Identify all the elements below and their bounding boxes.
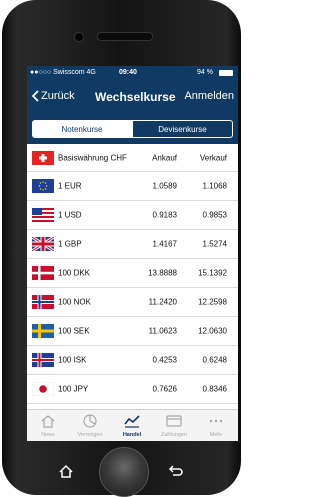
pie-chart-icon <box>83 414 97 428</box>
back-label: Zurück <box>41 90 75 102</box>
back-hardware-icon[interactable] <box>168 463 184 479</box>
table-row[interactable]: 100 NOK 11.2420 12.2598 <box>27 288 238 317</box>
tab-vermoegen[interactable]: Vermögen <box>69 410 111 441</box>
buy-rate: 11.0623 <box>148 326 177 336</box>
table-row[interactable]: 1 EUR 1.0589 1.1068 <box>27 172 238 201</box>
tab-handel[interactable]: Handel <box>111 410 153 441</box>
is-flag-icon <box>32 353 54 367</box>
sell-column-header: Verkauf <box>199 153 227 162</box>
clock: 09:40 <box>119 69 137 76</box>
ch-flag-icon <box>32 150 54 165</box>
sell-rate: 0.8346 <box>202 384 227 394</box>
card-icon <box>166 415 182 427</box>
tab-bar: News Vermögen Handel Zahlungen Mehr <box>27 409 238 441</box>
currency-label: 1 USD <box>58 210 82 220</box>
house-icon <box>41 415 55 428</box>
sell-rate: 0.9853 <box>202 210 227 220</box>
tab-news[interactable]: News <box>27 410 69 441</box>
sell-rate: 0.6248 <box>202 355 227 365</box>
chevron-left-icon <box>31 90 39 102</box>
buy-rate: 13.8888 <box>148 268 177 278</box>
sell-rate: 12.0630 <box>198 326 227 336</box>
uk-flag-icon <box>32 237 54 251</box>
buy-rate: 1.0589 <box>152 181 177 191</box>
sell-rate: 12.2598 <box>198 297 227 307</box>
segment-devisenkurse[interactable]: Devisenkurse <box>132 120 233 138</box>
line-chart-icon <box>124 415 140 428</box>
segment-notenkurse[interactable]: Notenkurse <box>32 120 132 138</box>
currency-label: 100 JPY <box>58 384 89 394</box>
table-header: Basiswährung CHF Ankauf Verkauf <box>27 144 238 172</box>
table-row[interactable]: 1 GBP 1.4167 1.5274 <box>27 230 238 259</box>
carrier-text: ●●○○○ Swisscom 4G <box>30 69 96 76</box>
battery-icon <box>219 70 233 76</box>
currency-label: 1 EUR <box>58 181 82 191</box>
nav-bar: Zurück Wechselkurse Anmelden <box>27 80 238 116</box>
rates-table: Basiswährung CHF Ankauf Verkauf 1 EUR 1.… <box>27 144 238 404</box>
buy-rate: 1.4167 <box>152 239 177 249</box>
tab-label: News <box>41 432 55 438</box>
tab-label: Vermögen <box>77 432 103 438</box>
currency-label: 100 SEK <box>58 326 90 336</box>
currency-label: 100 DKK <box>58 268 91 278</box>
buy-column-header: Ankauf <box>152 153 177 162</box>
jp-flag-icon <box>32 382 54 396</box>
login-button[interactable]: Anmelden <box>184 90 234 102</box>
table-row[interactable]: 100 SEK 11.0623 12.0630 <box>27 317 238 346</box>
table-row[interactable]: 1 USD 0.9183 0.9853 <box>27 201 238 230</box>
dk-flag-icon <box>32 266 54 280</box>
currency-label: 100 ISK <box>58 355 87 365</box>
page-title: Wechselkurse <box>95 90 176 104</box>
tab-zahlungen[interactable]: Zahlungen <box>153 410 195 441</box>
sell-rate: 15.1392 <box>198 268 227 278</box>
buy-rate: 0.7626 <box>152 384 177 394</box>
sell-rate: 1.1068 <box>202 181 227 191</box>
segmented-control: Notenkurse Devisenkurse <box>27 116 238 144</box>
table-row[interactable]: 100 ISK 0.4253 0.6248 <box>27 346 238 375</box>
base-currency-label: Basiswährung CHF <box>58 153 127 162</box>
back-button[interactable]: Zurück <box>31 90 75 102</box>
currency-label: 100 NOK <box>58 297 91 307</box>
sell-rate: 1.5274 <box>202 239 227 249</box>
buy-rate: 0.4253 <box>152 355 177 365</box>
home-button[interactable] <box>99 447 149 497</box>
tab-label: Zahlungen <box>161 432 187 438</box>
buy-rate: 11.2420 <box>148 297 177 307</box>
table-row[interactable]: 100 JPY 0.7626 0.8346 <box>27 375 238 404</box>
eu-flag-icon <box>32 179 54 193</box>
no-flag-icon <box>32 295 54 309</box>
us-flag-icon <box>32 208 54 222</box>
home-hardware-icon[interactable] <box>58 463 74 479</box>
tab-mehr[interactable]: Mehr <box>195 410 237 441</box>
front-camera <box>74 32 84 42</box>
se-flag-icon <box>32 324 54 338</box>
battery-text: 94 % <box>197 69 213 76</box>
tab-label: Handel <box>122 432 142 438</box>
tab-label: Mehr <box>209 432 223 438</box>
app-screen: ●●○○○ Swisscom 4G 09:40 94 % Zurück Wech… <box>27 66 238 441</box>
currency-label: 1 GBP <box>58 239 82 249</box>
more-dots-icon <box>209 419 223 423</box>
status-bar: ●●○○○ Swisscom 4G 09:40 94 % <box>27 66 238 80</box>
earpiece-speaker <box>97 32 153 41</box>
phone-frame: ●●○○○ Swisscom 4G 09:40 94 % Zurück Wech… <box>2 0 241 497</box>
table-row[interactable]: 100 DKK 13.8888 15.1392 <box>27 259 238 288</box>
buy-rate: 0.9183 <box>152 210 177 220</box>
